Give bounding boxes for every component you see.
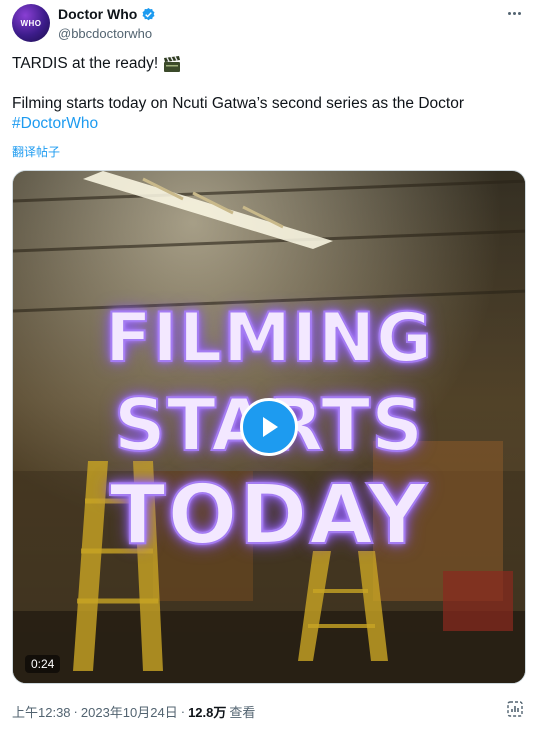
author-name-row: Doctor Who	[58, 6, 156, 22]
avatar[interactable]: WHO	[12, 4, 50, 42]
tweet-text: TARDIS at the ready! Filming starts toda…	[12, 54, 524, 134]
view-label: 查看	[229, 705, 256, 720]
overlay-line-3: TODAY	[109, 468, 429, 563]
meta-separator: ·	[73, 704, 78, 719]
stats-icon[interactable]	[506, 700, 524, 718]
hashtag-link[interactable]: #DoctorWho	[12, 114, 524, 134]
overlay-line-1: FILMING	[104, 299, 433, 378]
meta-separator: ·	[180, 704, 186, 719]
tweet-line-1: TARDIS at the ready!	[12, 54, 524, 74]
tweet-time[interactable]: 上午12:38	[12, 702, 71, 721]
tweet-meta: 上午12:38 · 2023年10月24日 · 12.8万 查看	[12, 702, 255, 721]
video-player[interactable]: FILMING STARTS TODAY 0:24	[12, 170, 526, 684]
tweet-date[interactable]: 2023年10月24日	[81, 702, 178, 721]
tweet-line-1-text: TARDIS at the ready!	[12, 55, 159, 72]
clapper-board-icon	[164, 56, 181, 72]
play-icon	[263, 417, 278, 437]
tweet-line-2: Filming starts today on Ncuti Gatwa’s se…	[12, 95, 464, 112]
tweet-header: WHO Doctor Who @bbcdoctorwho	[12, 4, 524, 44]
verified-badge-icon	[142, 7, 155, 20]
play-button[interactable]	[240, 398, 298, 456]
avatar-logo-text: WHO	[20, 18, 42, 28]
author-handle[interactable]: @bbcdoctorwho	[58, 26, 152, 41]
author-name[interactable]: Doctor Who	[58, 6, 137, 22]
video-duration: 0:24	[25, 655, 61, 673]
more-icon[interactable]	[504, 6, 524, 20]
translate-link[interactable]: 翻译帖子	[12, 143, 60, 160]
view-count: 12.8万	[188, 705, 227, 720]
